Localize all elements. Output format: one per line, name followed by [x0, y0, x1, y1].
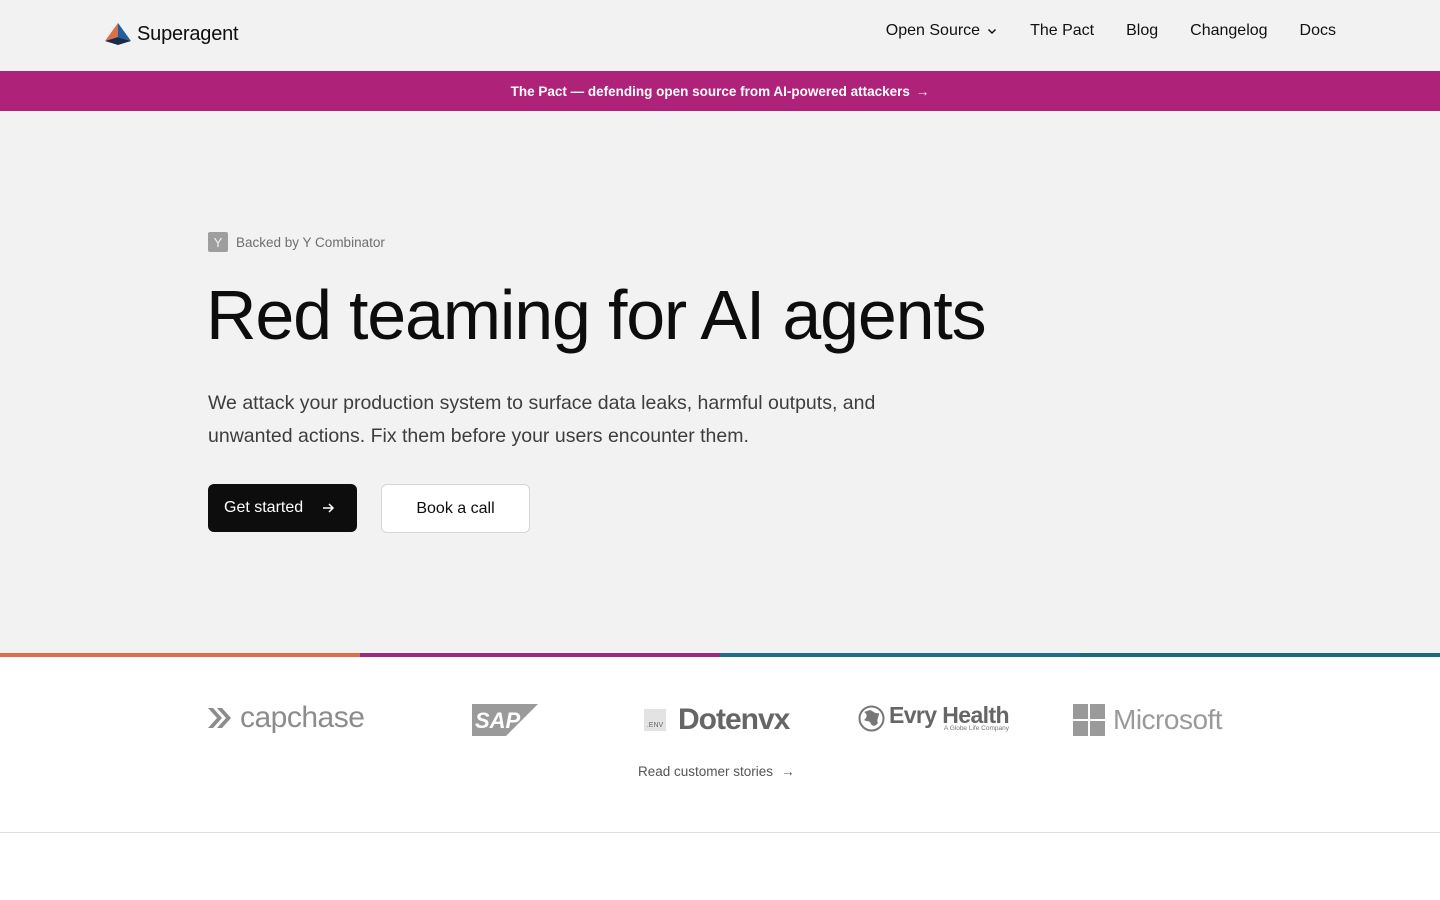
arrow-right-icon [323, 503, 335, 513]
brand-name: Superagent [137, 22, 239, 45]
nav-open-source-label: Open Source [885, 22, 981, 39]
read-customer-stories-label: Read customer stories [638, 764, 774, 779]
announcement-text: The Pact — defending open source from AI… [510, 83, 910, 99]
book-a-call-button[interactable]: Book a call [381, 484, 530, 533]
brand-link[interactable]: Superagent [104, 22, 239, 46]
yc-badge-text: Backed by Y Combinator [236, 234, 385, 250]
microsoft-square [1073, 704, 1088, 719]
evry-health-tagline: A Globe Life Company [943, 725, 1009, 732]
nav-docs[interactable]: Docs [1300, 22, 1336, 40]
y-combinator-icon: Y [208, 232, 228, 252]
microsoft-wordmark: Microsoft [1113, 704, 1223, 735]
sap-wordmark: SAP [475, 708, 521, 733]
env-file-icon: .ENV [644, 709, 666, 731]
announcement-banner[interactable]: The Pact — defending open source from AI… [0, 71, 1440, 111]
capchase-chevrons-icon [208, 708, 231, 728]
evry-health-logo: Evry Health A Globe Life Company [858, 702, 1010, 733]
microsoft-square [1090, 704, 1105, 719]
customer-logos: capchase SAP .ENV Dotenvx Evry Health A … [0, 657, 1440, 833]
microsoft-squares-icon [1073, 704, 1105, 736]
dotenvx-wordmark: Dotenvx [678, 703, 790, 736]
hero-subtitle: We attack your production system to surf… [208, 392, 876, 447]
chevron-down-icon [988, 28, 997, 35]
site-header: Superagent Open Source The Pact Blog Cha… [0, 0, 1440, 71]
sap-logo: SAP [472, 704, 538, 736]
arrow-right-icon: → [915, 83, 930, 99]
arrow-right-icon: → [781, 764, 795, 779]
dotenvx-logo: .ENV Dotenvx [644, 703, 790, 737]
nav-the-pact[interactable]: The Pact [1030, 22, 1094, 40]
capchase-logo: capchase [206, 701, 365, 735]
microsoft-square [1073, 721, 1088, 736]
get-started-button[interactable]: Get started [208, 484, 357, 532]
nav-changelog[interactable]: Changelog [1190, 22, 1267, 40]
read-customer-stories-link[interactable]: Read customer stories → [638, 764, 795, 779]
sap-logo-icon: SAP [472, 704, 538, 736]
microsoft-square [1090, 721, 1105, 736]
evry-health-name: Evry Health [889, 702, 1010, 728]
hero-title: Red teaming for AI agents [206, 276, 987, 354]
capchase-wordmark: capchase [240, 701, 365, 734]
nav-open-source[interactable]: Open Source [886, 22, 998, 40]
get-started-label: Get started [224, 499, 304, 516]
nav-blog[interactable]: Blog [1126, 22, 1158, 40]
microsoft-logo: Microsoft [1073, 704, 1223, 736]
globe-icon [858, 705, 885, 731]
evry-health-wordmark: Evry Health A Globe Life Company [889, 702, 1010, 733]
main-nav: Open Source The Pact Blog Changelog Docs [886, 22, 1336, 40]
yc-badge: Y Backed by Y Combinator [208, 232, 385, 252]
pyramid-logo-icon [105, 23, 131, 45]
hero-section: Y Backed by Y Combinator Red teaming for… [0, 111, 1440, 653]
